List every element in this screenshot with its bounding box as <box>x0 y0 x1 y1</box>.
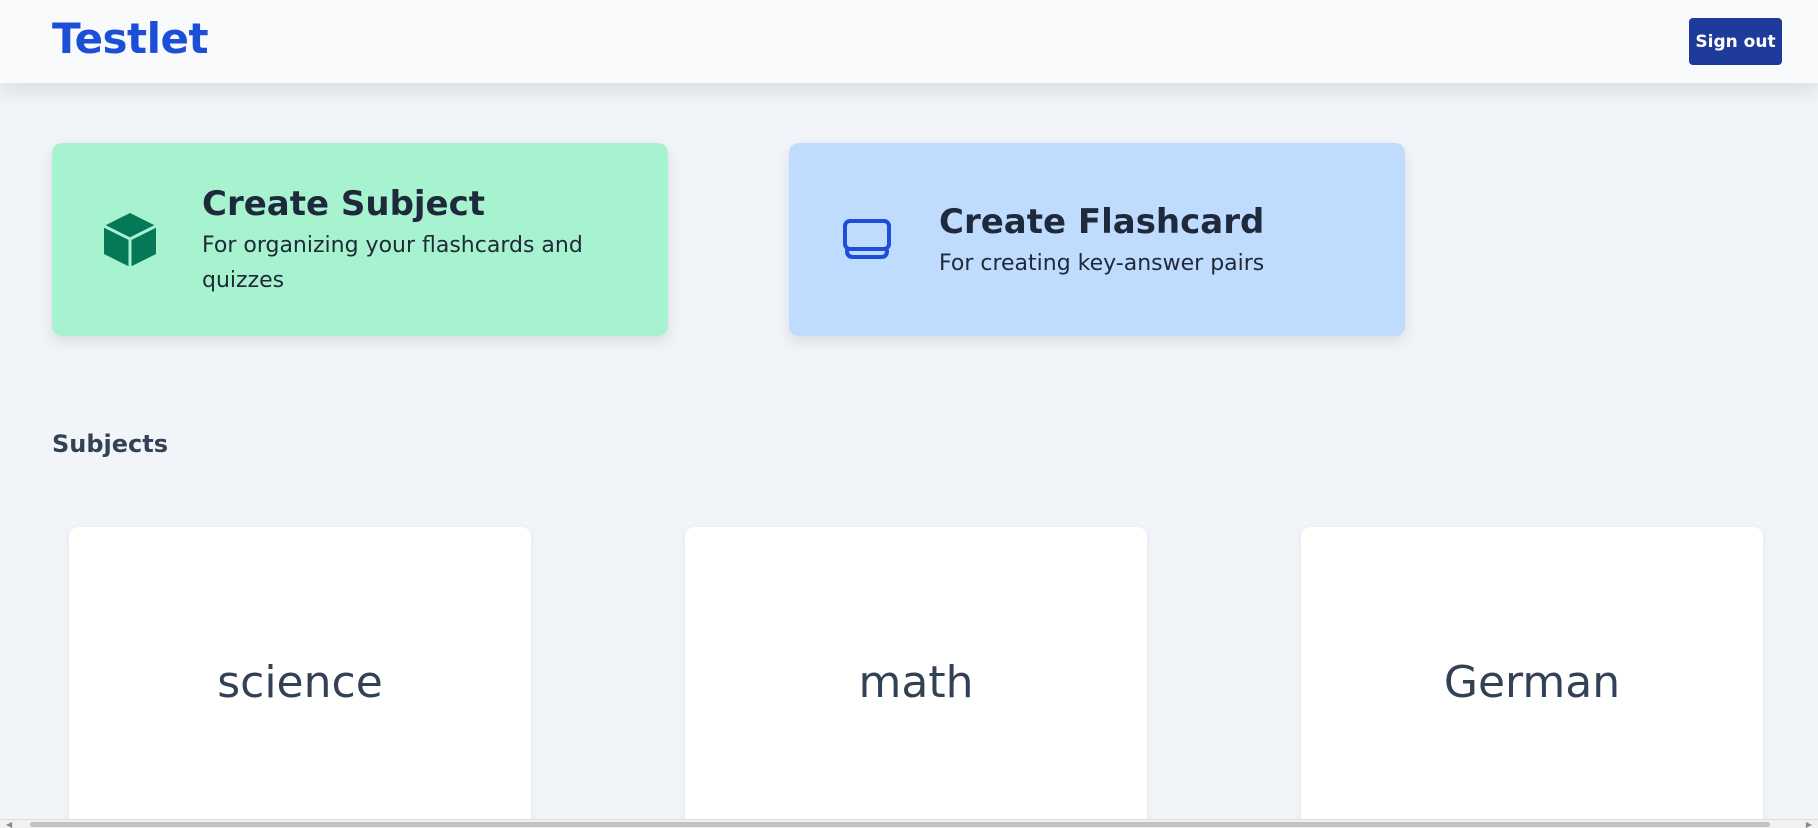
scroll-right-arrow-icon[interactable]: ▶ <box>1806 820 1812 828</box>
create-subject-text: Create Subject For organizing your flash… <box>202 183 608 298</box>
app-logo[interactable]: Testlet <box>52 14 209 64</box>
create-flashcard-card[interactable]: Create Flashcard For creating key-answer… <box>789 143 1405 336</box>
scrollbar-thumb[interactable] <box>30 822 1770 827</box>
subjects-heading: Subjects <box>52 430 169 458</box>
subject-card-math[interactable]: math <box>685 527 1147 828</box>
subject-card-label: science <box>217 657 383 708</box>
subject-card-science[interactable]: science <box>69 527 531 828</box>
create-flashcard-text: Create Flashcard For creating key-answer… <box>939 201 1345 281</box>
create-flashcard-title: Create Flashcard <box>939 202 1265 242</box>
subject-card-german[interactable]: German <box>1301 527 1763 828</box>
scroll-left-arrow-icon[interactable]: ◀ <box>6 820 12 828</box>
sign-out-button[interactable]: Sign out <box>1689 18 1782 65</box>
create-subject-card[interactable]: Create Subject For organizing your flash… <box>52 143 668 336</box>
create-subject-description: For organizing your flashcards and quizz… <box>202 232 583 293</box>
page: Testlet Sign out Create Subject For orga… <box>0 0 1818 828</box>
create-flashcard-description: For creating key-answer pairs <box>939 250 1265 276</box>
create-subject-title: Create Subject <box>202 184 486 224</box>
cube-icon <box>96 205 164 273</box>
flashcard-icon <box>833 205 901 273</box>
subject-card-label: math <box>858 657 974 708</box>
horizontal-scrollbar[interactable]: ◀ ▶ <box>0 819 1818 828</box>
top-navbar: Testlet Sign out <box>0 0 1818 83</box>
subject-card-label: German <box>1443 657 1621 708</box>
